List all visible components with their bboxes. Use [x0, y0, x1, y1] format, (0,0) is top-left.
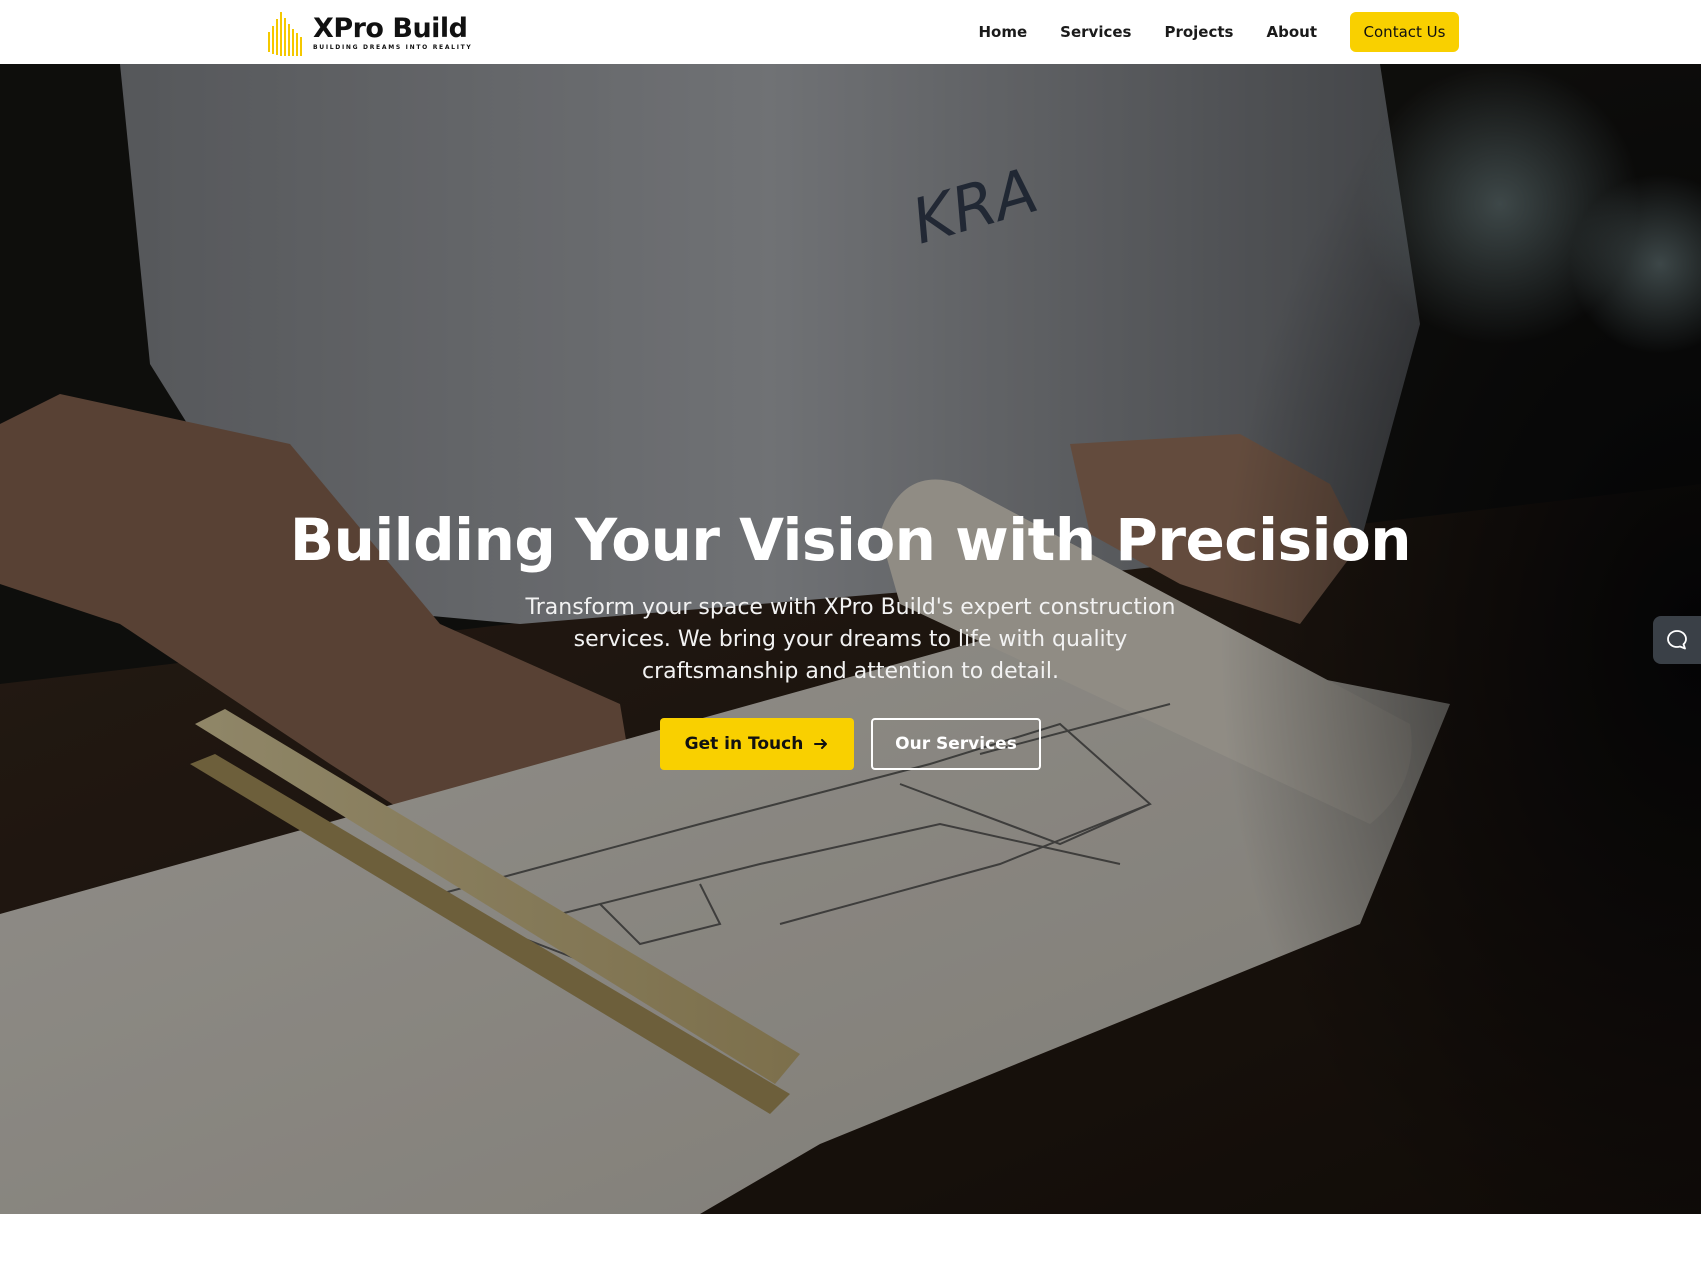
hero-content: Building Your Vision with Precision Tran…	[0, 504, 1701, 770]
arrow-right-icon	[814, 739, 828, 749]
get-in-touch-button[interactable]: Get in Touch	[660, 718, 854, 770]
chat-bubble-icon	[1667, 630, 1687, 650]
hero-title: Building Your Vision with Precision	[289, 506, 1412, 574]
hero-subtitle: Transform your space with XPro Build's e…	[525, 595, 1176, 684]
site-header: XPro Build BUILDING DREAMS INTO REALITY …	[0, 0, 1701, 64]
logo-text: XPro Build BUILDING DREAMS INTO REALITY	[313, 13, 473, 52]
main-nav: Home Services Projects About Contact Us	[979, 12, 1459, 52]
logo[interactable]: XPro Build BUILDING DREAMS INTO REALITY	[267, 10, 472, 56]
hero-section: KRA Building Your Vision with Precision …	[0, 64, 1701, 1214]
nav-projects[interactable]: Projects	[1164, 23, 1233, 41]
get-in-touch-label: Get in Touch	[684, 734, 804, 754]
contact-us-button[interactable]: Contact Us	[1350, 12, 1459, 52]
nav-home[interactable]: Home	[979, 23, 1028, 41]
chat-widget-button[interactable]	[1653, 616, 1701, 664]
nav-about[interactable]: About	[1266, 23, 1317, 41]
nav-services[interactable]: Services	[1060, 23, 1131, 41]
building-bars-icon	[268, 12, 302, 56]
logo-tagline: BUILDING DREAMS INTO REALITY	[313, 44, 473, 51]
logo-name: XPro Build	[313, 13, 468, 44]
our-services-button[interactable]: Our Services	[871, 718, 1041, 770]
hero-buttons: Get in Touch Our Services	[0, 718, 1701, 770]
